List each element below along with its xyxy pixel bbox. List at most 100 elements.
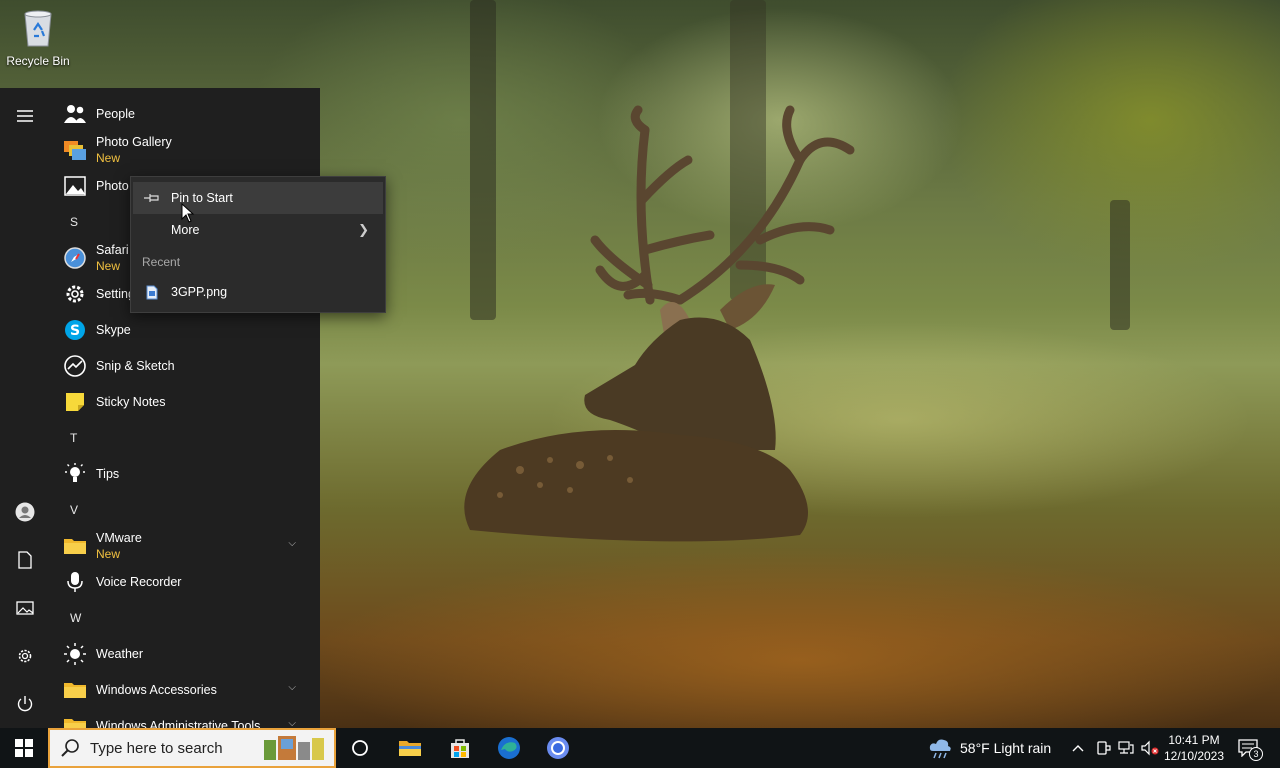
folder-icon	[63, 534, 87, 558]
svg-text:S: S	[70, 323, 80, 339]
recent-file-menuitem[interactable]: 3GPP.png	[133, 276, 383, 308]
menuitem-label: 3GPP.png	[171, 285, 228, 299]
pin-icon	[133, 193, 171, 203]
taskbar: Type here to search 58°F Light rain 10:4…	[0, 728, 1280, 768]
sticky-notes-icon	[63, 390, 87, 414]
hamburger-icon	[17, 110, 33, 122]
search-placeholder: Type here to search	[90, 739, 223, 757]
letter-label: W	[70, 611, 82, 625]
chevron-down-icon: ⌵	[288, 538, 296, 549]
start-button[interactable]	[0, 728, 48, 768]
documents-button[interactable]	[0, 540, 50, 580]
safari-icon	[63, 246, 87, 270]
taskbar-clock[interactable]: 10:41 PM 12/10/2023	[1162, 732, 1226, 764]
account-button[interactable]	[0, 492, 50, 532]
clock-date: 12/10/2023	[1163, 749, 1225, 763]
app-photo-gallery[interactable]: Photo Gallery New	[50, 132, 312, 168]
microsoft-store-button[interactable]	[440, 728, 480, 768]
pictures-icon	[16, 601, 34, 615]
new-badge: New	[96, 259, 121, 273]
app-label: Windows Accessories	[96, 683, 217, 697]
app-skype[interactable]: S Skype	[50, 312, 312, 348]
expand-menu-button[interactable]	[0, 96, 50, 136]
app-label: Sticky Notes	[96, 395, 166, 409]
recycle-bin-icon	[24, 10, 52, 47]
user-avatar-icon	[15, 502, 35, 522]
volume-button[interactable]	[1140, 728, 1160, 768]
letter-header-t[interactable]: T	[50, 420, 312, 456]
app-weather[interactable]: Weather	[50, 636, 312, 672]
letter-header-w[interactable]: W	[50, 600, 312, 636]
app-label: Photo	[96, 179, 129, 193]
app-label: Weather	[96, 647, 144, 661]
app-label: Tips	[96, 467, 120, 481]
app-windows-admin-tools-folder[interactable]: Windows Administrative Tools ⌵	[50, 708, 312, 728]
app-windows-accessories-folder[interactable]: Windows Accessories ⌵	[50, 672, 312, 708]
chevron-right-icon: ❯	[358, 222, 369, 237]
rain-cloud-icon	[929, 739, 951, 759]
gear-icon	[63, 282, 87, 306]
weather-widget[interactable]: 58°F Light rain	[928, 728, 1060, 768]
chevron-down-icon: ⌵	[288, 682, 296, 693]
microphone-icon	[63, 570, 87, 594]
task-view-button[interactable]	[340, 728, 380, 768]
file-explorer-button[interactable]	[390, 728, 430, 768]
sun-icon	[63, 642, 87, 666]
photos-icon	[63, 174, 87, 198]
people-icon	[63, 102, 87, 126]
edge-icon	[498, 737, 520, 759]
app-sticky-notes[interactable]: Sticky Notes	[50, 384, 312, 420]
search-highlight-illustration-icon	[264, 736, 324, 760]
menuitem-label: More	[171, 223, 200, 237]
lightbulb-icon	[63, 462, 87, 486]
clock-time: 10:41 PM	[1168, 733, 1220, 747]
letter-header-v[interactable]: V	[50, 492, 312, 528]
show-hidden-icons-button[interactable]	[1068, 728, 1088, 768]
recycle-bin-shortcut[interactable]: Recycle Bin	[4, 6, 72, 76]
document-icon	[18, 551, 32, 569]
settings-button[interactable]	[0, 636, 50, 676]
pictures-button[interactable]	[0, 588, 50, 628]
volume-muted-icon	[1141, 740, 1159, 756]
cortana-circle-icon	[352, 740, 368, 756]
gear-icon	[18, 649, 32, 663]
folder-icon	[63, 678, 87, 702]
recycle-bin-label: Recycle Bin	[6, 54, 70, 68]
file-explorer-icon	[399, 741, 421, 756]
app-label: Skype	[96, 323, 131, 337]
store-bag-icon	[451, 739, 469, 758]
taskbar-search-box[interactable]: Type here to search	[48, 728, 336, 768]
deer-image	[464, 105, 855, 542]
app-context-menu: Pin to Start More ❯ Recent 3GPP.png	[130, 176, 386, 313]
edge-browser-button[interactable]	[489, 728, 529, 768]
letter-label: T	[70, 431, 78, 445]
chrome-browser-button[interactable]	[538, 728, 578, 768]
app-label: Windows Administrative Tools	[96, 719, 261, 728]
search-icon	[61, 739, 79, 757]
folder-icon	[63, 714, 87, 728]
network-button[interactable]	[1116, 728, 1136, 768]
new-badge: New	[96, 151, 121, 165]
chrome-icon	[547, 737, 569, 759]
letter-label: S	[70, 215, 79, 229]
chevron-down-icon: ⌵	[288, 718, 296, 728]
pin-to-start-menuitem[interactable]: Pin to Start	[133, 182, 383, 214]
app-people[interactable]: People	[50, 96, 312, 132]
app-vmware-folder[interactable]: VMware New ⌵	[50, 528, 312, 564]
power-button[interactable]	[0, 684, 50, 724]
app-tips[interactable]: Tips	[50, 456, 312, 492]
power-icon	[17, 696, 33, 712]
new-badge: New	[96, 547, 121, 561]
chevron-up-icon	[1072, 745, 1084, 752]
mouse-cursor-icon	[181, 203, 195, 223]
app-voice-recorder[interactable]: Voice Recorder	[50, 564, 312, 600]
meet-now-button[interactable]	[1093, 728, 1113, 768]
weather-text: 58°F Light rain	[960, 740, 1052, 756]
app-label: Photo Gallery	[96, 135, 172, 149]
more-menuitem[interactable]: More ❯	[133, 214, 383, 246]
start-menu-rail	[0, 88, 50, 728]
app-snip-sketch[interactable]: Snip & Sketch	[50, 348, 312, 384]
recent-heading: Recent	[142, 255, 181, 269]
windows-logo-icon	[15, 739, 33, 757]
device-icon	[1097, 741, 1111, 755]
